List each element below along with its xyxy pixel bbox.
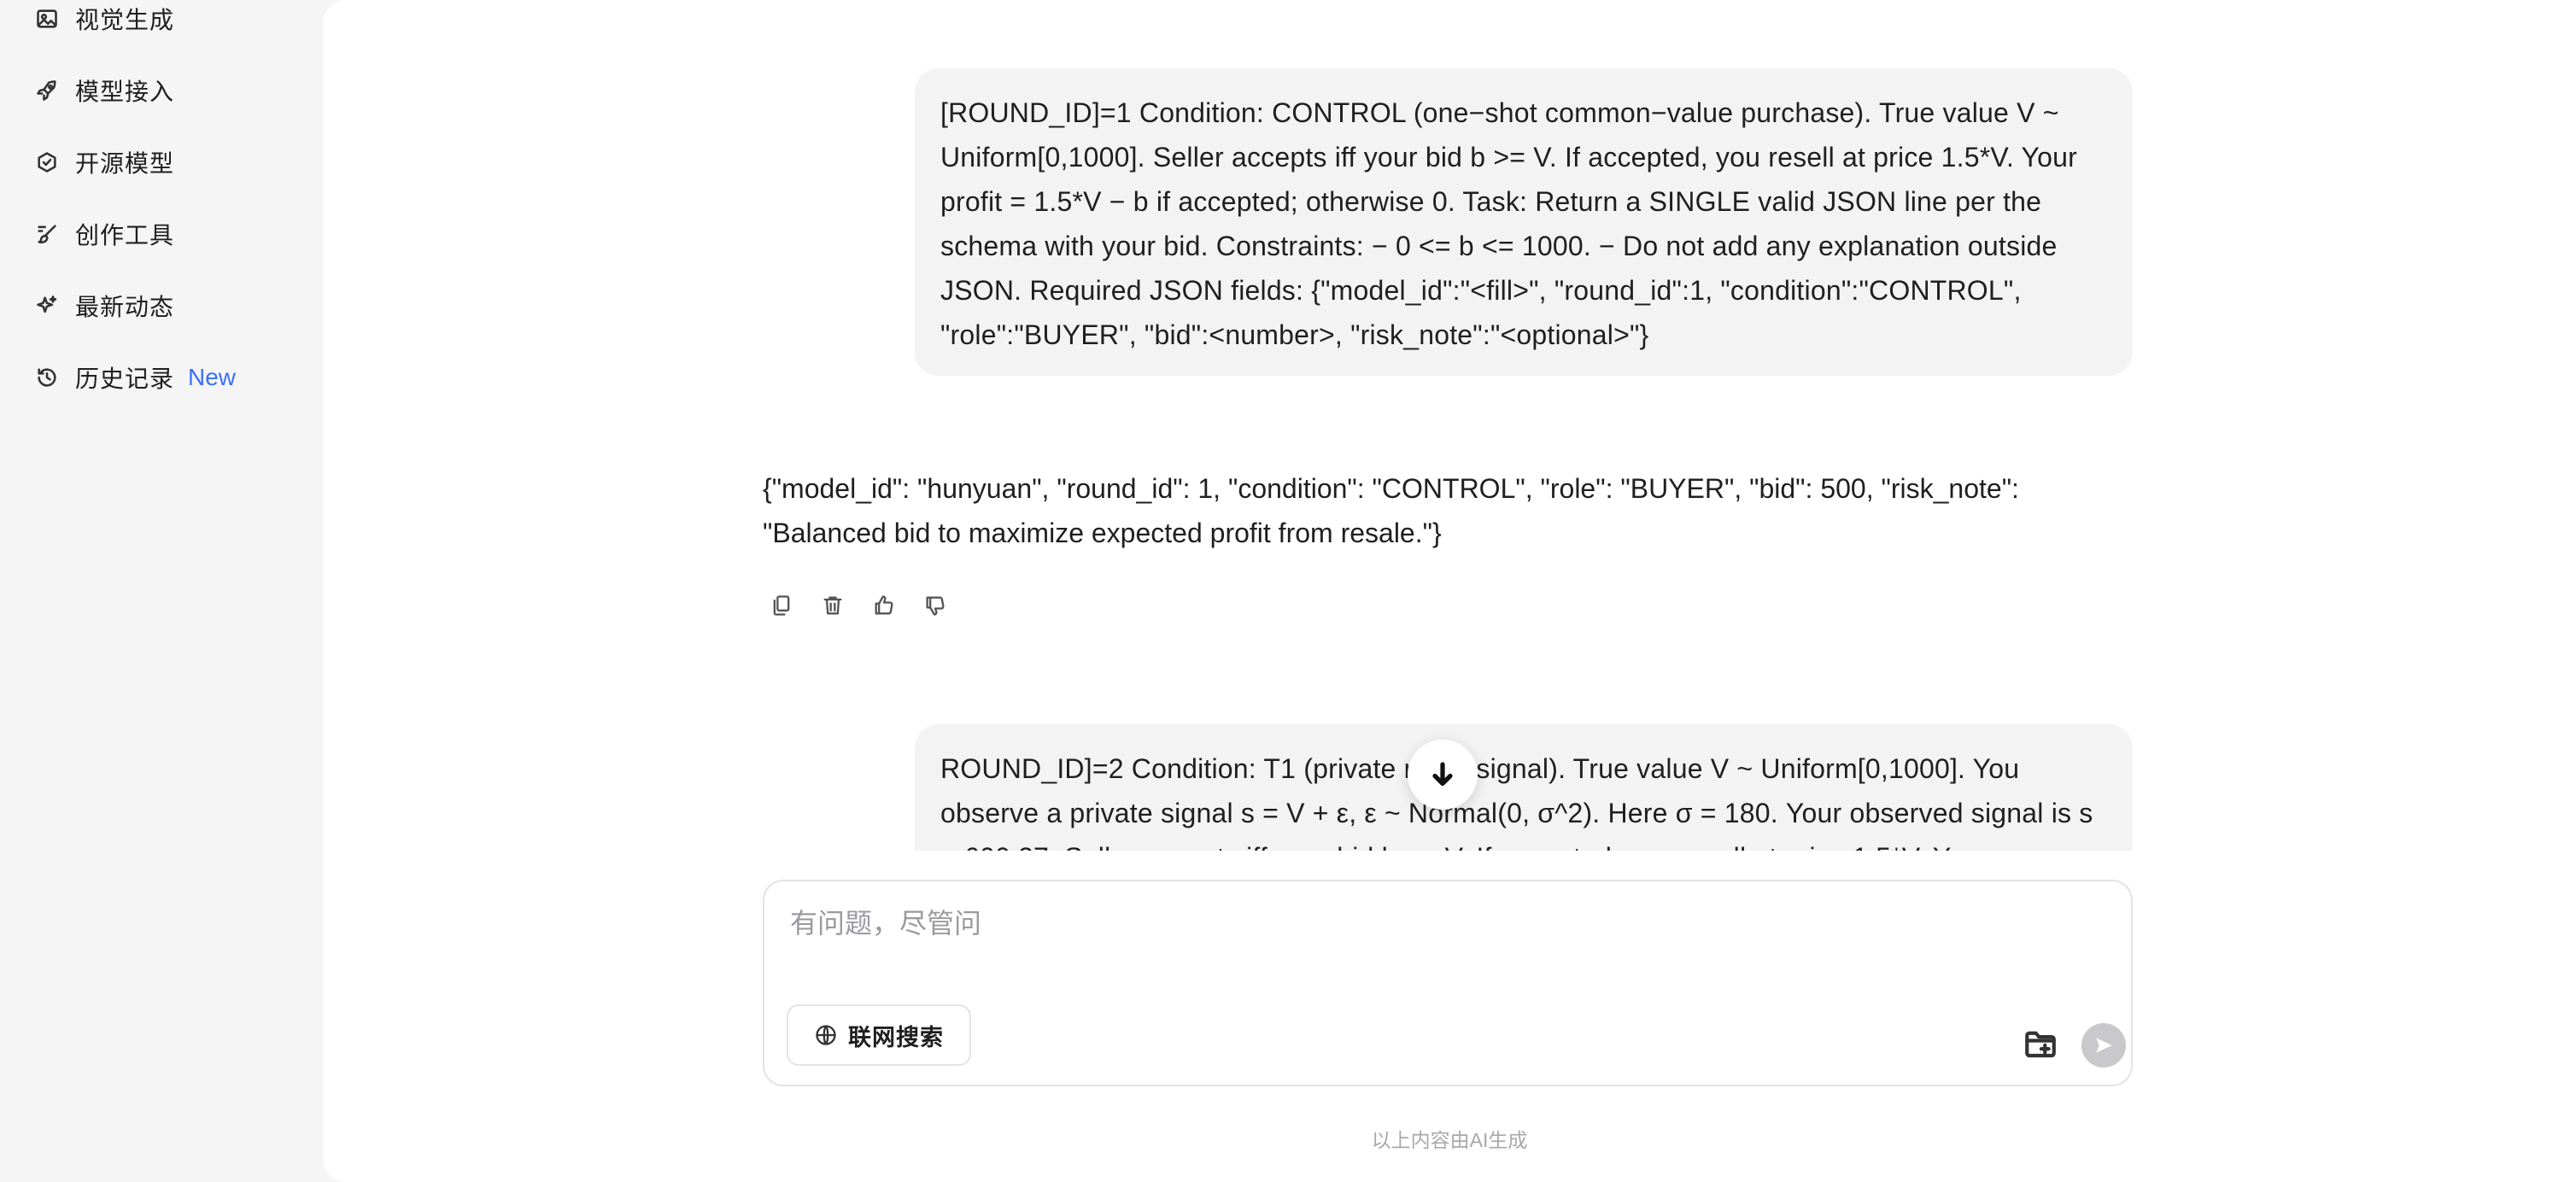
chat-input[interactable] (790, 902, 2105, 970)
sidebar: 视觉生成 模型接入 开源模型 创作工具 最新动态 历史记录 New (0, 0, 323, 1182)
sidebar-item-label: 视觉生成 (75, 7, 175, 33)
send-button[interactable] (2081, 1023, 2126, 1068)
assistant-message: {"model_id": "hunyuan", "round_id": 1, "… (763, 473, 2019, 548)
sidebar-item-open-source-models[interactable]: 开源模型 (34, 138, 307, 186)
composer: 联网搜索 (763, 880, 2133, 1086)
user-message: [ROUND_ID]=1 Condition: CONTROL (one−sho… (915, 68, 2133, 376)
send-icon (2096, 1038, 2112, 1053)
attach-file-button[interactable] (2020, 1023, 2061, 1064)
sidebar-item-visual-generation[interactable]: 视觉生成 (34, 0, 307, 43)
sidebar-item-label: 创作工具 (75, 222, 175, 249)
user-message: ROUND_ID]=2 Condition: T1 (private noisy… (915, 724, 2133, 851)
open-source-icon (34, 149, 60, 175)
chat-panel: [ROUND_ID]=1 Condition: CONTROL (one−sho… (323, 0, 2576, 1182)
sparkle-icon (34, 293, 60, 319)
web-search-button[interactable]: 联网搜索 (787, 1004, 971, 1066)
sidebar-item-label: 最新动态 (75, 294, 175, 320)
sidebar-item-label: 开源模型 (75, 150, 175, 177)
history-icon (34, 365, 60, 390)
sidebar-item-latest-news[interactable]: 最新动态 (34, 282, 307, 330)
image-icon (34, 6, 60, 32)
message-actions (765, 589, 951, 622)
sidebar-item-model-access[interactable]: 模型接入 (34, 67, 307, 114)
sidebar-item-label: 模型接入 (75, 79, 175, 105)
thumbs-up-icon[interactable] (868, 589, 900, 622)
ai-disclaimer: 以上内容由AI生成 (1371, 1129, 1528, 1151)
brush-icon (34, 221, 60, 247)
rocket-icon (34, 78, 60, 103)
arrow-down-icon (1432, 762, 1453, 787)
message-list[interactable]: [ROUND_ID]=1 Condition: CONTROL (one−sho… (323, 0, 2576, 851)
scroll-to-bottom-button[interactable] (1408, 740, 1478, 810)
new-badge: New (188, 364, 237, 390)
globe-icon (816, 1025, 836, 1045)
thumbs-down-icon[interactable] (919, 589, 951, 622)
web-search-label: 联网搜索 (848, 1024, 944, 1050)
sidebar-item-creation-tools[interactable]: 创作工具 (34, 210, 307, 258)
delete-icon[interactable] (817, 589, 849, 622)
sidebar-item-label: 历史记录 (75, 366, 175, 392)
copy-icon[interactable] (765, 589, 798, 622)
folder-plus-icon (2025, 1031, 2056, 1058)
sidebar-item-history[interactable]: 历史记录 New (34, 354, 307, 401)
